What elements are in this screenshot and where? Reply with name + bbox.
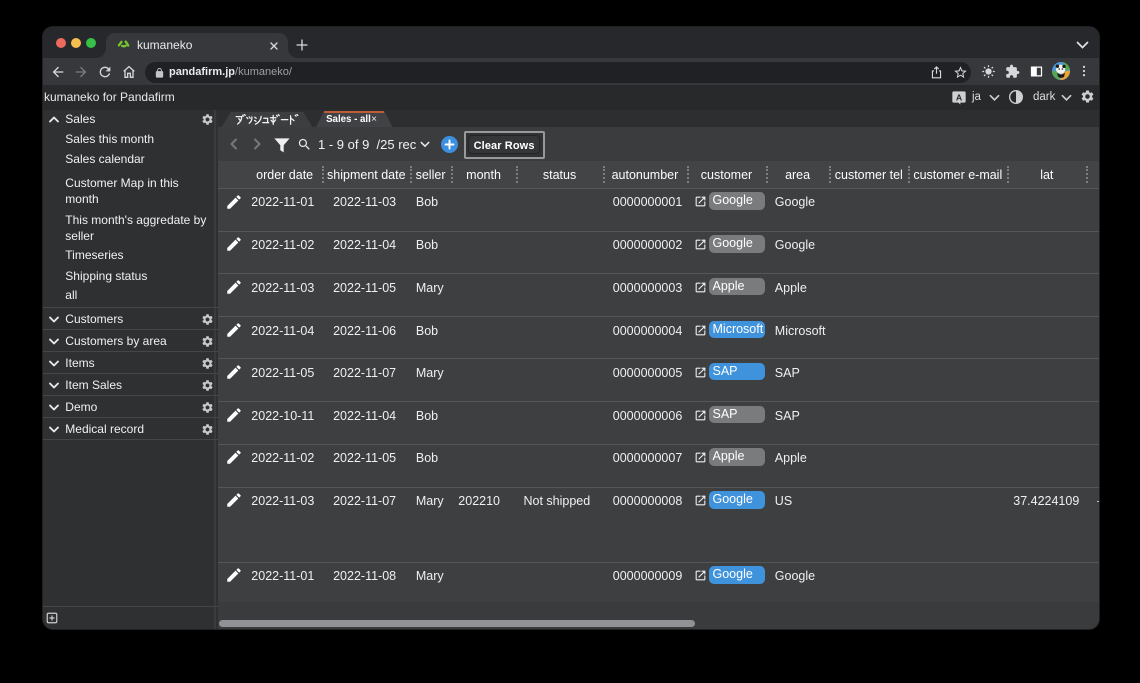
svg-text:A: A [956, 92, 963, 102]
